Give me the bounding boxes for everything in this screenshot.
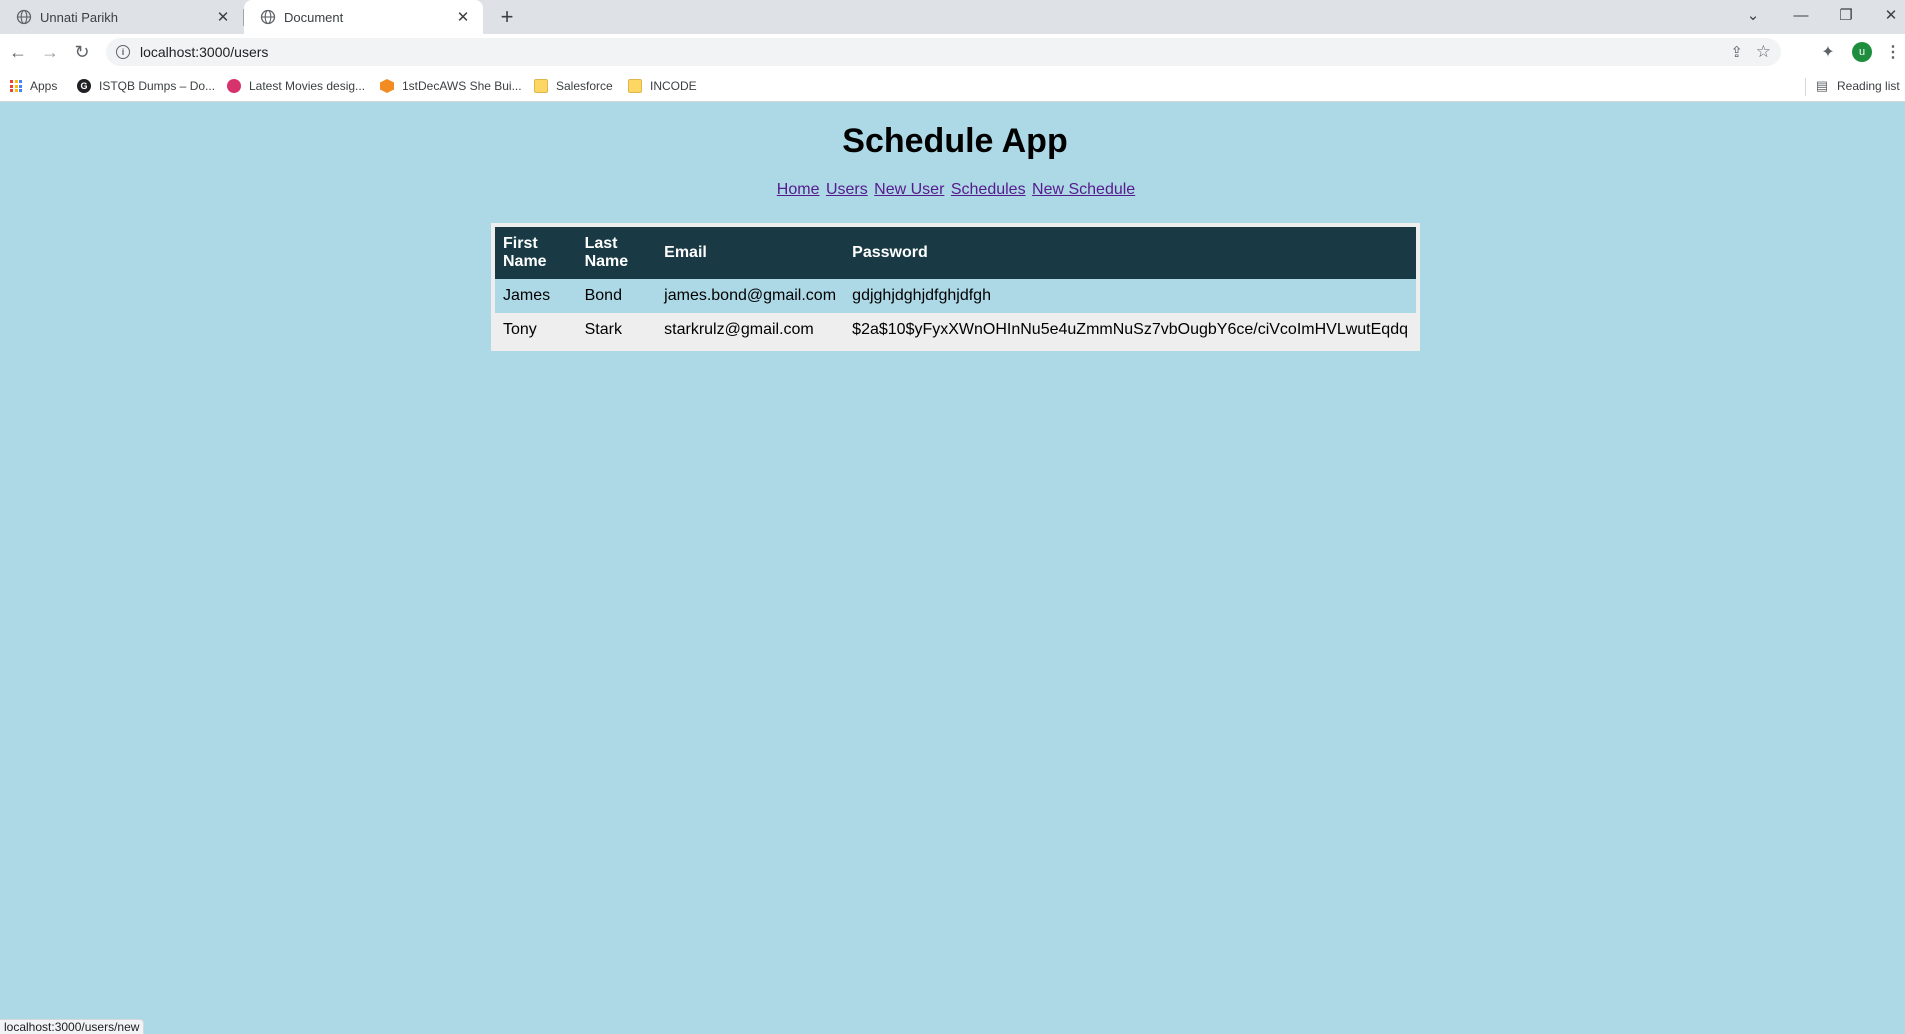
tab-document[interactable]: Document ✕ [244, 0, 483, 34]
header-last-name: Last Name [576, 227, 657, 279]
link-status-bar: localhost:3000/users/new [0, 1019, 145, 1034]
bookmark-apps[interactable]: Apps [10, 77, 57, 95]
bookmark-star-icon[interactable]: ☆ [1756, 38, 1771, 66]
nav-link-users[interactable]: Users [826, 181, 868, 198]
bookmark-istqb[interactable]: G ISTQB Dumps – Do... [77, 77, 215, 95]
bookmark-label: ISTQB Dumps – Do... [99, 79, 216, 93]
users-table-container: First Name Last Name Email Password Jame… [491, 223, 1420, 351]
cell-password: gdjghjdghjdfghjdfgh [844, 279, 1416, 313]
nav-link-schedules[interactable]: Schedules [951, 181, 1026, 198]
reading-list-label: Reading list [1837, 79, 1900, 93]
header-password: Password [844, 227, 1416, 279]
globe-icon [16, 9, 32, 25]
address-bar[interactable]: i localhost:3000/users ⇪ ☆ [106, 38, 1781, 66]
cell-password: $2a$10$yFyxXWnOHInNu5e4uZmmNuSz7vbOugbY6… [844, 313, 1416, 347]
g-logo-icon: G [77, 79, 91, 93]
tab-strip: Unnati Parikh ✕ Document ✕ + ⌄ — ❐ ✕ [0, 0, 1905, 34]
folder-icon [628, 79, 642, 93]
restore-icon[interactable]: ❐ [1823, 0, 1869, 30]
back-arrow-icon[interactable]: ← [6, 40, 30, 64]
tab-unnati-parikh[interactable]: Unnati Parikh ✕ [0, 0, 243, 34]
main-nav: Home Users New User Schedules New Schedu… [0, 181, 1905, 199]
bookmarks-bar: Apps G ISTQB Dumps – Do... Latest Movies… [0, 70, 1905, 102]
bookmark-latest-movies[interactable]: Latest Movies desig... [227, 77, 365, 95]
apps-grid-icon [10, 80, 22, 92]
table-row: James Bond james.bond@gmail.com gdjghjdg… [495, 279, 1416, 313]
page-body: Schedule App Home Users New User Schedul… [0, 103, 1905, 1034]
bookmark-incode[interactable]: INCODE [628, 77, 697, 95]
cell-first-name: Tony [495, 313, 577, 347]
nav-link-new-schedule[interactable]: New Schedule [1032, 181, 1135, 198]
extensions-puzzle-icon[interactable]: ✦ [1818, 42, 1838, 62]
table-header-row: First Name Last Name Email Password [495, 227, 1416, 279]
browser-toolbar: ← → ↻ i localhost:3000/users ⇪ ☆ ✦ u ⋮ [0, 34, 1905, 70]
bookmark-aws[interactable]: 1stDecAWS She Bui... [380, 77, 522, 95]
users-table: First Name Last Name Email Password Jame… [495, 227, 1416, 347]
bookmark-label: 1stDecAWS She Bui... [402, 79, 522, 93]
header-email: Email [656, 227, 845, 279]
browser-menu-icon[interactable]: ⋮ [1885, 42, 1901, 62]
folder-icon [534, 79, 548, 93]
bookmark-label: Salesforce [556, 79, 613, 93]
cell-last-name: Stark [576, 313, 657, 347]
nav-link-new-user[interactable]: New User [874, 181, 944, 198]
tab-title: Unnati Parikh [40, 9, 119, 25]
reading-list-icon: ▤ [1815, 78, 1829, 93]
header-first-name: First Name [495, 227, 577, 279]
new-tab-button[interactable]: + [495, 4, 519, 29]
cell-email: starkrulz@gmail.com [656, 313, 845, 347]
tab-search-icon[interactable]: ⌄ [1730, 0, 1776, 30]
dribbble-icon [227, 79, 241, 93]
reading-list-button[interactable]: ▤ Reading list [1815, 77, 1900, 95]
aws-cube-icon [380, 79, 394, 93]
bookmark-label: INCODE [650, 79, 697, 93]
bookmarks-divider [1805, 78, 1806, 96]
site-info-icon[interactable]: i [116, 45, 130, 59]
cell-first-name: James [495, 279, 577, 313]
bookmark-label: Latest Movies desig... [249, 79, 366, 93]
url-text[interactable]: localhost:3000/users [140, 44, 268, 60]
share-icon[interactable]: ⇪ [1730, 38, 1743, 66]
close-tab-icon[interactable]: ✕ [455, 9, 471, 26]
reload-icon[interactable]: ↻ [70, 40, 94, 64]
forward-arrow-icon[interactable]: → [38, 40, 62, 64]
nav-link-home[interactable]: Home [777, 181, 820, 198]
cell-last-name: Bond [576, 279, 657, 313]
table-row: Tony Stark starkrulz@gmail.com $2a$10$yF… [495, 313, 1416, 347]
cell-email: james.bond@gmail.com [656, 279, 845, 313]
globe-icon [260, 9, 276, 25]
page-title: Schedule App [842, 122, 1068, 160]
tab-title: Document [284, 9, 344, 25]
close-window-icon[interactable]: ✕ [1868, 0, 1905, 30]
close-tab-icon[interactable]: ✕ [215, 9, 231, 26]
bookmark-label: Apps [30, 79, 58, 93]
profile-avatar[interactable]: u [1852, 42, 1872, 62]
bookmark-salesforce[interactable]: Salesforce [534, 77, 613, 95]
minimize-icon[interactable]: — [1778, 0, 1824, 30]
